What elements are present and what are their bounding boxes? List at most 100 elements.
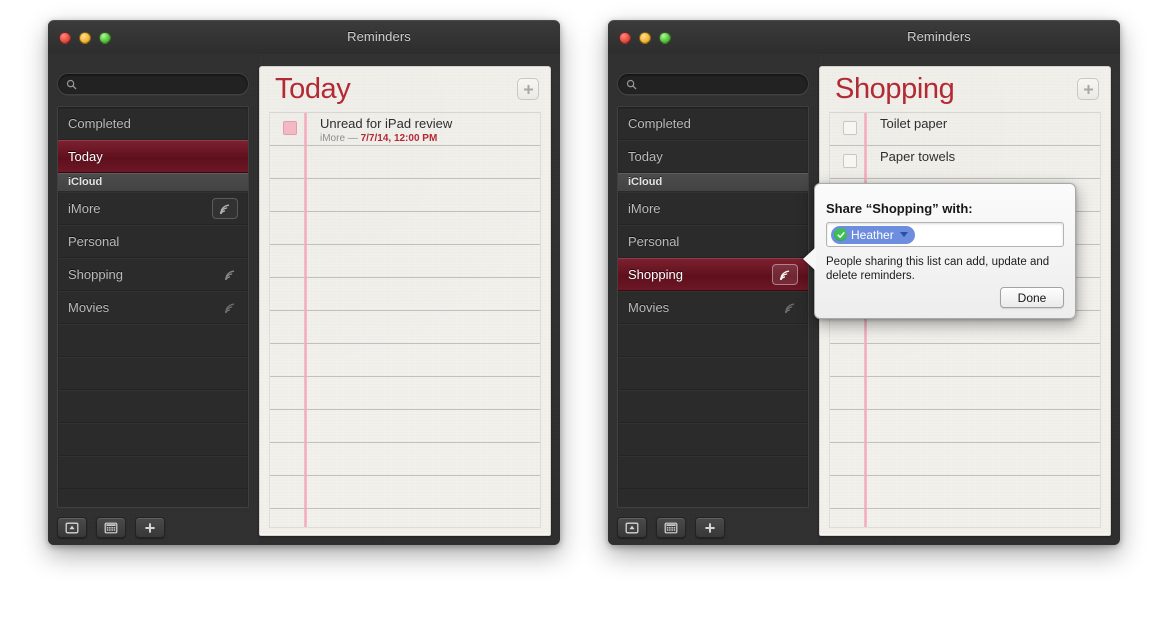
reminder-source: iMore (320, 133, 346, 144)
reminder-date: 7/7/14, 12:00 PM (360, 133, 438, 144)
popover-description: People sharing this list can add, update… (826, 256, 1050, 282)
done-button[interactable]: Done (1000, 287, 1064, 308)
ruled-lines (270, 113, 540, 527)
calendar-icon (104, 522, 118, 533)
sidebar-section-label: iCloud (628, 176, 663, 188)
plus-icon (705, 522, 715, 533)
share-export-icon (625, 522, 639, 533)
sidebar-toolbar-left (57, 517, 165, 538)
sidebar-item-label: Completed (68, 115, 131, 131)
sidebar-item-label: Personal (628, 233, 680, 249)
list-collection-left: Completed Today iCloud iMore Personal Sh… (57, 106, 249, 508)
calendar-icon (664, 522, 678, 533)
sidebar-empty-row (58, 456, 248, 489)
reminder-row[interactable]: Paper towels (830, 146, 1100, 179)
titlebar-right[interactable]: Reminders (608, 21, 1120, 54)
search-icon (626, 79, 637, 89)
sidebar-item-shopping[interactable]: Shopping (58, 258, 248, 291)
search-container-left (57, 73, 249, 95)
reminder-row[interactable]: Unread for iPad review iMore — 7/7/14, 1… (270, 113, 540, 146)
sidebar-item-today[interactable]: Today (618, 140, 808, 173)
reminder-sheet-right: Toilet paper Paper towels Lettuce (829, 112, 1101, 528)
sidebar-right: Completed Today iCloud iMore Personal Sh… (608, 54, 819, 545)
sidebar-item-completed[interactable]: Completed (58, 107, 248, 140)
search-field-right[interactable] (617, 73, 809, 95)
window-title-left: Reminders (347, 29, 411, 44)
share-button[interactable] (212, 197, 238, 219)
page-title: Shopping (835, 73, 955, 105)
reminder-content: Unread for iPad review iMore — 7/7/14, 1… (320, 116, 452, 145)
chevron-down-icon[interactable] (899, 232, 908, 237)
sidebar-toolbar-right (617, 517, 725, 538)
sidebar-item-label: Personal (68, 233, 120, 249)
sidebar-empty-row (618, 324, 808, 357)
reminder-pane-left: Today Unread for iPad review iMore — 7/7… (259, 66, 551, 536)
sidebar-empty-row (58, 357, 248, 390)
list-collection-right: Completed Today iCloud iMore Personal Sh… (617, 106, 809, 508)
margin-line (304, 113, 307, 527)
sidebar-item-label: Completed (628, 115, 691, 131)
sidebar-empty-row (618, 357, 808, 390)
share-export-icon (65, 522, 79, 533)
sidebar-empty-row (618, 423, 808, 456)
reminders-window-left: Reminders Completed Today iCloud iMore P… (48, 20, 560, 545)
reminder-checkbox[interactable] (843, 154, 857, 168)
reminder-title: Toilet paper (880, 116, 948, 131)
recipient-token[interactable]: Heather (831, 225, 915, 244)
titlebar-left[interactable]: Reminders (48, 21, 560, 54)
share-list-button[interactable] (617, 517, 647, 538)
add-list-button[interactable] (695, 517, 725, 538)
search-input-left[interactable] (77, 77, 248, 91)
add-reminder-button[interactable] (1077, 78, 1099, 100)
sidebar-item-movies[interactable]: Movies (618, 291, 808, 324)
search-icon (66, 79, 77, 89)
reminder-row[interactable]: Toilet paper (830, 113, 1100, 146)
plus-icon (145, 522, 155, 533)
sidebar-empty-row (58, 324, 248, 357)
reminder-meta: iMore — 7/7/14, 12:00 PM (320, 132, 452, 145)
broadcast-icon (784, 303, 795, 314)
reminder-title: Unread for iPad review (320, 116, 453, 131)
sidebar-item-personal[interactable]: Personal (618, 225, 808, 258)
sidebar-item-label: Today (68, 148, 103, 164)
search-container-right (617, 73, 809, 95)
plus-icon (523, 84, 533, 94)
sidebar-empty-row (618, 390, 808, 423)
calendar-button[interactable] (96, 517, 126, 538)
sidebar-item-completed[interactable]: Completed (618, 107, 808, 140)
sidebar-item-label: Shopping (68, 266, 123, 282)
sidebar-item-shopping[interactable]: Shopping (618, 258, 808, 291)
sidebar-item-personal[interactable]: Personal (58, 225, 248, 258)
sidebar-item-imore[interactable]: iMore (58, 192, 248, 225)
share-recipients-field[interactable]: Heather (826, 222, 1064, 247)
sidebar-item-label: Shopping (628, 266, 683, 282)
sidebar-item-label: Today (628, 148, 663, 164)
share-button[interactable] (772, 263, 798, 285)
broadcast-icon (224, 303, 235, 314)
popover-title: Share “Shopping” with: (826, 201, 973, 216)
sidebar-item-label: Movies (68, 299, 110, 315)
add-reminder-button[interactable] (517, 78, 539, 100)
checkmark-icon (836, 231, 845, 238)
search-field-left[interactable] (57, 73, 249, 95)
sidebar-item-today[interactable]: Today (58, 140, 248, 173)
reminder-checkbox[interactable] (283, 121, 297, 135)
sidebar-item-imore[interactable]: iMore (618, 192, 808, 225)
reminder-sheet-left: Unread for iPad review iMore — 7/7/14, 1… (269, 112, 541, 528)
broadcast-icon (779, 270, 790, 281)
search-input-right[interactable] (637, 77, 808, 91)
broadcast-icon (224, 270, 235, 281)
sidebar-item-movies[interactable]: Movies (58, 291, 248, 324)
add-list-button[interactable] (135, 517, 165, 538)
sidebar-section-label: iCloud (68, 176, 103, 188)
page-title: Today (275, 73, 351, 105)
reminder-checkbox[interactable] (843, 121, 857, 135)
reminder-content: Paper towels (880, 149, 955, 164)
popover-arrow (803, 247, 816, 271)
verified-check-icon (834, 228, 847, 241)
share-list-button[interactable] (57, 517, 87, 538)
sidebar-left: Completed Today iCloud iMore Personal Sh… (48, 54, 259, 545)
sidebar-item-label: iMore (68, 200, 101, 216)
share-popover: Share “Shopping” with: Heather People sh… (803, 183, 1076, 319)
calendar-button[interactable] (656, 517, 686, 538)
